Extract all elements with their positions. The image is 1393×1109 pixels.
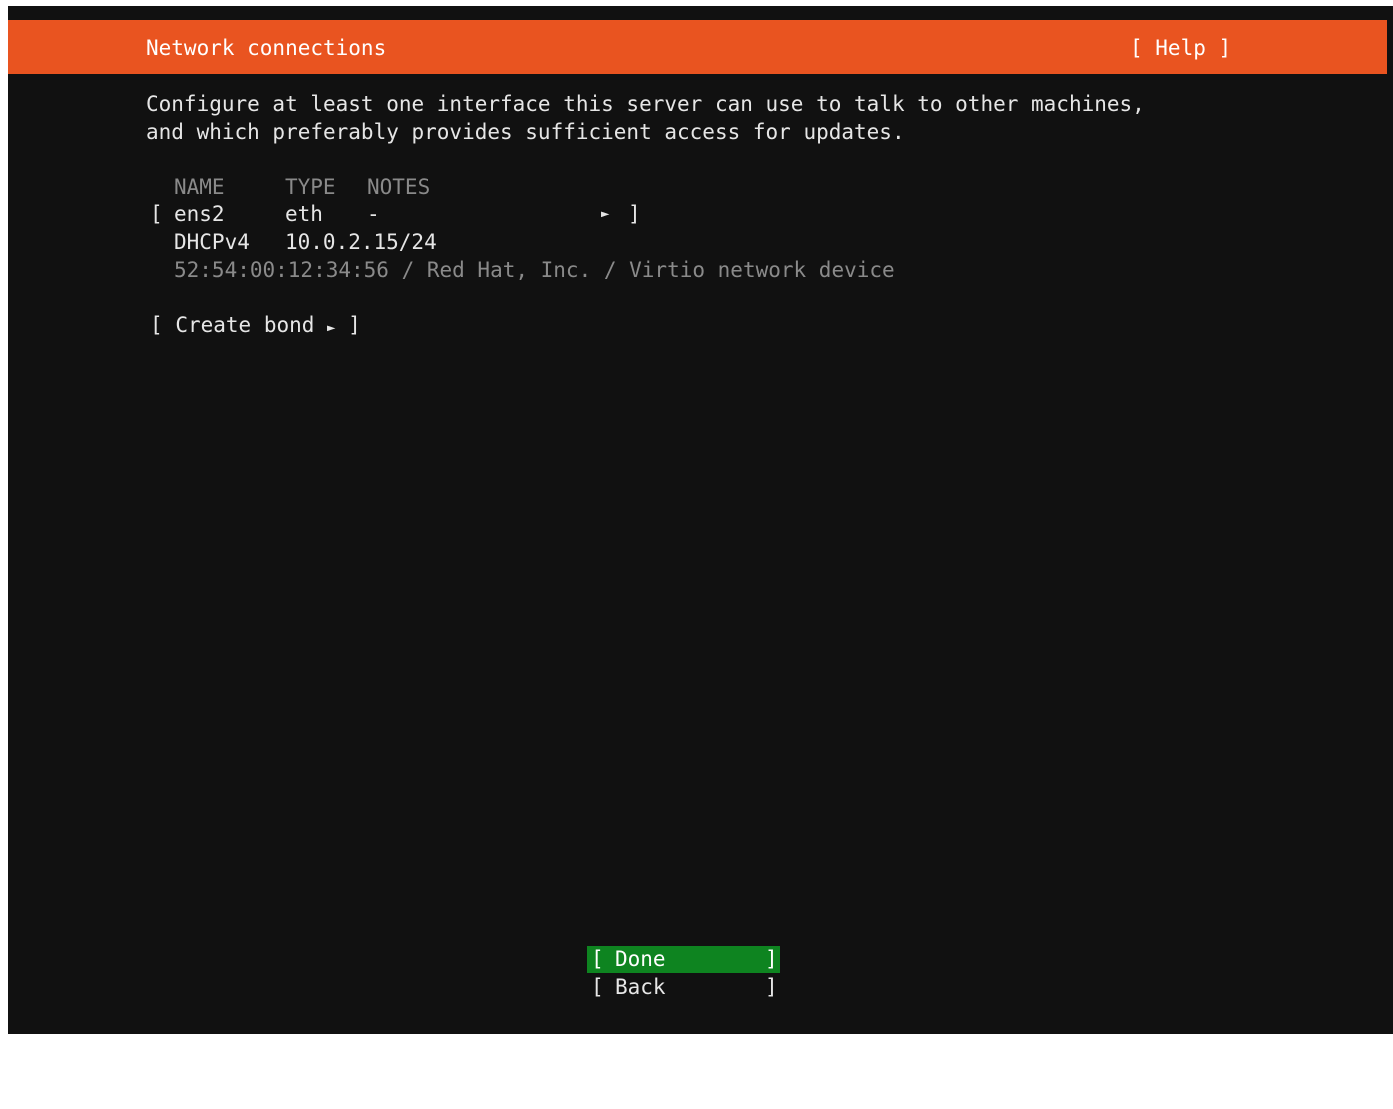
interface-type: eth [285,202,323,226]
done-bracket-open: [ [591,947,604,971]
back-button[interactable]: [ Back ] [587,974,780,1001]
description-line-2: and which preferably provides sufficient… [146,120,905,144]
page-title: Network connections [146,36,387,60]
right-triangle-icon: ► [327,320,336,336]
done-button[interactable]: [ Done ] [587,946,780,973]
dhcp-label: DHCPv4 [174,230,250,254]
description-line-1: Configure at least one interface this se… [146,92,1145,116]
interface-name: ens2 [174,202,225,226]
column-header-type: TYPE [285,175,336,199]
row-bracket-close: ] [628,202,641,226]
done-bracket-close: ] [765,947,778,971]
column-header-name: NAME [174,175,225,199]
create-bond-button[interactable]: [ Create bond ► ] [150,311,361,342]
title-bar: Network connections [ Help ] [8,20,1387,74]
done-label: Done [615,947,666,971]
bond-bracket-open: [ [150,313,163,337]
back-bracket-open: [ [591,975,604,999]
right-triangle-icon[interactable]: ► [601,200,609,228]
column-header-notes: NOTES [367,175,431,199]
installer-screen: Network connections [ Help ] Configure a… [8,6,1393,1034]
create-bond-label: Create bond [175,313,315,337]
bond-bracket-close: ] [348,313,361,337]
interface-notes: - [367,202,380,226]
back-label: Back [615,975,666,999]
back-bracket-close: ] [765,975,778,999]
help-button[interactable]: [ Help ] [1130,34,1231,62]
ip-address: 10.0.2.15/24 [285,230,437,254]
row-bracket-open: [ [150,202,163,226]
hardware-info: 52:54:00:12:34:56 / Red Hat, Inc. / Virt… [174,258,895,282]
